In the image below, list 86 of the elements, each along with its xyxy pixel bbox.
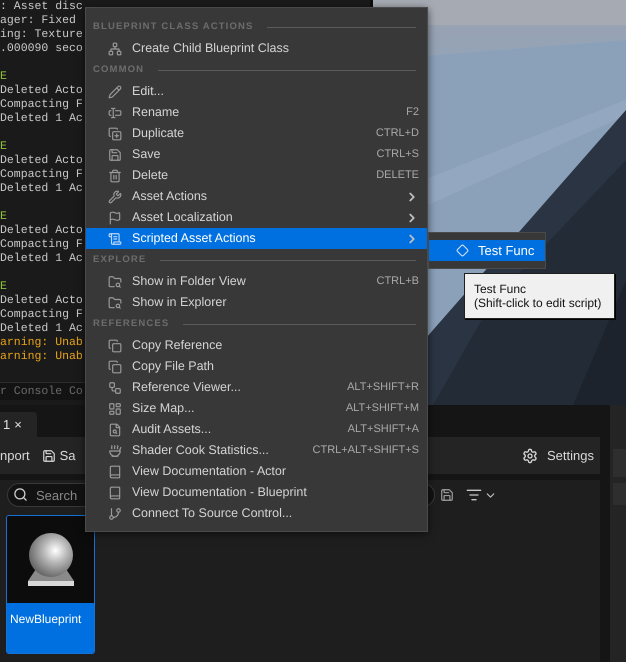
filter-icon <box>466 487 482 503</box>
log-line: Deleted 1 Ac <box>0 182 83 196</box>
log-line: E <box>0 70 7 84</box>
log-line: Compacting F <box>0 98 83 112</box>
scroll-icon <box>108 232 122 246</box>
log-line: arning: Unab <box>0 350 83 364</box>
branch-icon <box>108 506 122 520</box>
menu-item[interactable]: Test Func <box>429 240 545 261</box>
filter-button[interactable] <box>466 487 497 503</box>
log-line: Deleted Acto <box>0 294 83 308</box>
menu-item[interactable]: Asset Localization <box>86 207 427 228</box>
log-line: arning: Unab <box>0 336 83 350</box>
menu-item[interactable]: Create Child Blueprint Class <box>86 38 427 59</box>
tooltip-hint: (Shift-click to edit script) <box>474 296 602 310</box>
log-line: ager: Fixed <box>0 14 76 28</box>
panel-tab[interactable]: 1 × <box>0 412 37 437</box>
search-icon <box>13 487 28 502</box>
copy-icon <box>108 338 122 352</box>
menu-item[interactable]: Show in Explorer <box>86 292 427 313</box>
folder-search-icon <box>108 274 122 288</box>
log-line: Deleted Acto <box>0 154 83 168</box>
file-search-icon <box>108 422 122 436</box>
log-line: Compacting F <box>0 308 83 322</box>
menu-item[interactable]: Show in Folder View CTRL+B <box>86 271 427 292</box>
tab-label: 1 <box>3 416 10 434</box>
book-icon <box>108 486 122 500</box>
menu-item[interactable]: View Documentation - Blueprint <box>86 482 427 503</box>
diamond-icon <box>456 244 469 257</box>
asset-name: NewBlueprint <box>10 612 82 626</box>
log-line: E <box>0 210 7 224</box>
menu-item[interactable]: Size Map... ALT+SHIFT+M <box>86 398 427 419</box>
log-line: E <box>0 280 7 294</box>
book-icon <box>108 464 122 478</box>
menu-item[interactable]: View Documentation - Actor <box>86 461 427 482</box>
settings-button[interactable]: Settings <box>522 446 594 466</box>
menu-item[interactable]: Delete DELETE <box>86 165 427 186</box>
hierarchy-icon <box>108 42 122 56</box>
menu-item[interactable]: Save CTRL+S <box>86 144 427 165</box>
log-line: .000090 seco <box>0 42 83 56</box>
log-line: Deleted 1 Ac <box>0 322 83 336</box>
shortcut-label: CTRL+S <box>376 147 419 162</box>
menu-item[interactable]: Shader Cook Statistics... CTRL+ALT+SHIFT+S <box>86 440 427 461</box>
flag-icon <box>108 210 122 224</box>
log-line: Deleted Acto <box>0 84 83 98</box>
shortcut-label: CTRL+ALT+SHIFT+S <box>312 443 419 458</box>
log-line: Deleted 1 Ac <box>0 112 83 126</box>
save-button[interactable]: Sa <box>42 446 76 466</box>
menu-item[interactable]: Copy Reference <box>86 335 427 356</box>
import-button[interactable]: nport <box>0 446 30 466</box>
log-line: Compacting F <box>0 168 83 182</box>
wrench-icon <box>108 190 122 204</box>
shortcut-label: CTRL+B <box>376 274 419 290</box>
log-line: : Asset disc <box>0 0 83 14</box>
trash-icon <box>108 168 122 182</box>
settings-icon <box>522 448 538 464</box>
shortcut-label: DELETE <box>376 168 419 184</box>
log-line: E <box>0 140 7 154</box>
menu-item[interactable]: Audit Assets... ALT+SHIFT+A <box>86 419 427 440</box>
node-graph-icon <box>108 380 122 394</box>
shortcut-label: ALT+SHIFT+A <box>348 422 419 438</box>
console-input-hint: r Console Co <box>0 384 83 398</box>
menu-item[interactable]: Rename F2 <box>86 102 427 123</box>
folder-search-icon <box>108 296 122 310</box>
shortcut-label: ALT+SHIFT+R <box>347 380 419 396</box>
grid-blocks-icon <box>108 402 122 416</box>
copy-plus-icon <box>108 126 122 140</box>
tab-close[interactable]: × <box>14 414 22 434</box>
log-line: Deleted Acto <box>0 224 83 238</box>
menu-item[interactable]: Copy File Path <box>86 356 427 377</box>
log-line: ing: Texture <box>0 28 83 42</box>
menu-item[interactable]: Reference Viewer... ALT+SHIFT+R <box>86 377 427 398</box>
shortcut-label: CTRL+D <box>376 126 419 142</box>
bowl-icon <box>108 444 122 458</box>
menu-item[interactable]: Duplicate CTRL+D <box>86 123 427 144</box>
copy-icon <box>108 360 122 374</box>
shortcut-label: F2 <box>406 105 419 120</box>
pencil-icon <box>108 84 122 98</box>
menu-item[interactable]: Asset Actions <box>86 186 427 207</box>
asset-tile[interactable]: NewBlueprint <box>6 515 95 654</box>
menu-item[interactable]: Scripted Asset Actions <box>86 228 427 249</box>
text-cursor-icon <box>108 106 122 120</box>
log-line: Deleted 1 Ac <box>0 252 83 266</box>
log-line: Compacting F <box>0 238 83 252</box>
shortcut-label: ALT+SHIFT+M <box>346 401 419 416</box>
menu-item[interactable]: Edit... <box>86 81 427 102</box>
tooltip-title: Test Func <box>474 282 528 296</box>
